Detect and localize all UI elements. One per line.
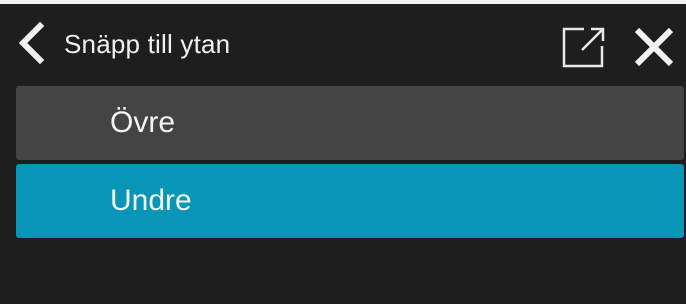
close-icon <box>634 27 674 67</box>
back-button[interactable] <box>10 20 52 66</box>
panel-header: Snäpp till ytan <box>0 4 686 82</box>
snap-to-surface-panel: Snäpp till ytan Övre Undre <box>0 0 686 304</box>
popout-button[interactable] <box>556 22 612 72</box>
option-lower-selected[interactable]: Undre <box>16 164 684 238</box>
option-upper-label: Övre <box>110 106 176 139</box>
option-upper[interactable]: Övre <box>16 86 684 160</box>
chevron-left-icon <box>18 22 45 64</box>
close-button[interactable] <box>626 22 682 72</box>
panel-title: Snäpp till ytan <box>64 29 231 59</box>
popout-icon <box>562 27 605 68</box>
option-lower-label: Undre <box>110 184 192 217</box>
